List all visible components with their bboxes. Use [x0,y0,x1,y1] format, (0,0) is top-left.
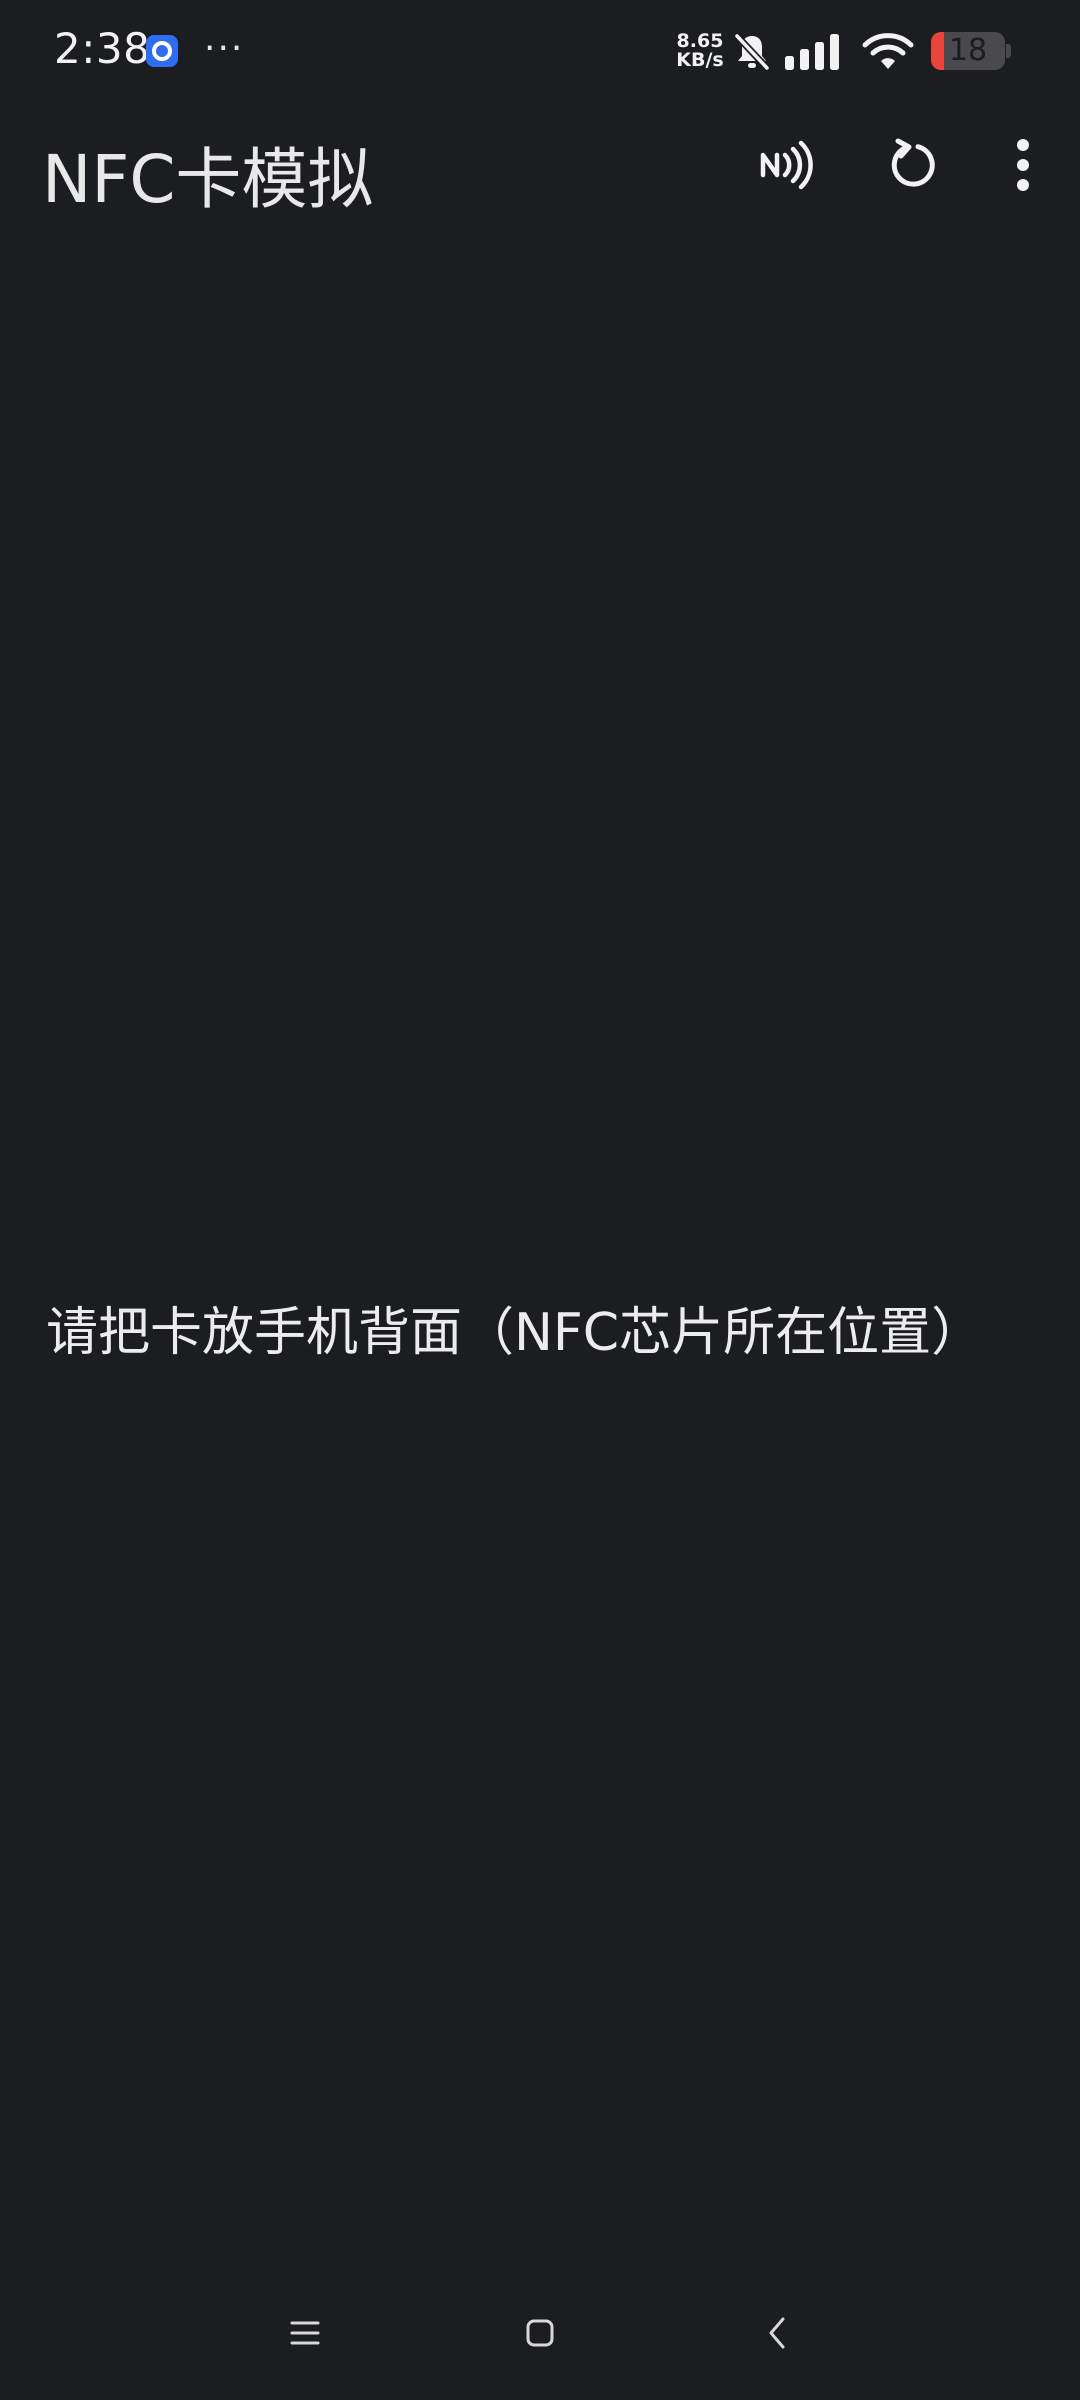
refresh-icon [885,137,941,197]
instruction-message: 请把卡放手机背面（NFC芯片所在位置） [46,1303,984,1363]
home-button[interactable] [490,2300,590,2370]
battery-tip [1006,44,1011,58]
page-title: NFC卡模拟 [42,141,374,218]
status-bar: 2:38 ··· 8.65 KB/s 18 [0,0,1080,104]
screen: 2:38 ··· 8.65 KB/s 18 NFC卡模拟 请把卡放手机背面（NF… [0,0,1080,2400]
battery-level-text: 18 [948,33,988,68]
app-notification-icon [146,35,178,67]
recents-menu-icon [290,2320,320,2350]
more-vert-icon [1013,137,1033,197]
network-speed-unit: KB/s [676,49,724,71]
refresh-button[interactable] [868,122,958,212]
recents-button[interactable] [255,2300,355,2370]
cellular-signal-icon [785,34,845,74]
home-square-icon [525,2318,555,2352]
nfc-button[interactable] [740,122,830,212]
back-chevron-icon [766,2316,788,2354]
status-overflow-dots: ··· [204,28,245,69]
more-options-button[interactable] [978,122,1068,212]
back-button[interactable] [727,2300,827,2370]
nfc-icon [755,135,815,199]
status-time: 2:38 [54,24,151,73]
wifi-icon [862,32,914,76]
bell-muted-icon [733,32,771,76]
network-speed: 8.65 KB/s [672,32,728,70]
battery-icon: 18 [931,32,1005,70]
